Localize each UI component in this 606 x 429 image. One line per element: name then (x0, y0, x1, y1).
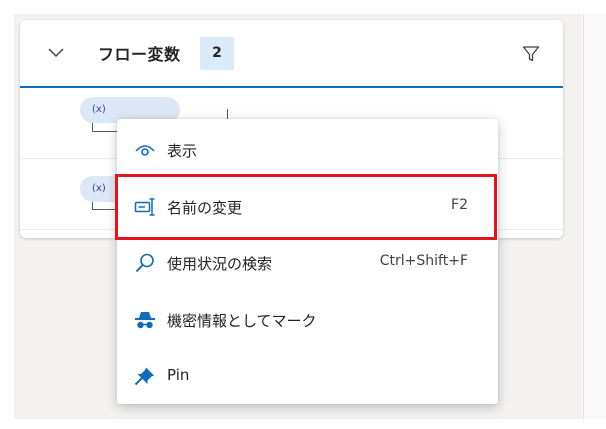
chevron-down-icon[interactable] (46, 44, 66, 62)
menu-item-rename[interactable]: 名前の変更 F2 (117, 179, 498, 235)
context-menu: 表示 名前の変更 F2 使用状況の検索 Ctrl+Shift+F 機密情報として… (117, 119, 498, 404)
filter-icon[interactable] (522, 45, 540, 63)
variable-count-badge: 2 (200, 37, 234, 70)
menu-item-shortcut: Ctrl+Shift+F (379, 253, 468, 269)
panel-header: フロー変数 2 (20, 20, 563, 86)
menu-item-show[interactable]: 表示 (117, 122, 498, 178)
right-pane-edge (584, 14, 606, 419)
menu-item-pin[interactable]: Pin (117, 348, 498, 404)
eye-icon (134, 140, 156, 160)
menu-item-label: Pin (167, 366, 190, 384)
pin-icon (134, 366, 156, 386)
rename-icon (134, 197, 156, 217)
incognito-icon (134, 310, 156, 330)
search-icon (134, 253, 156, 273)
panel-title: フロー変数 (98, 45, 181, 64)
menu-item-mark-sensitive[interactable]: 機密情報としてマーク (117, 292, 498, 348)
menu-item-label: 機密情報としてマーク (167, 312, 317, 330)
menu-item-label: 使用状況の検索 (167, 255, 273, 273)
menu-item-find-usages[interactable]: 使用状況の検索 Ctrl+Shift+F (117, 235, 498, 291)
menu-item-label: 表示 (167, 142, 198, 160)
menu-item-label: 名前の変更 (167, 199, 243, 217)
menu-item-shortcut: F2 (451, 197, 468, 213)
